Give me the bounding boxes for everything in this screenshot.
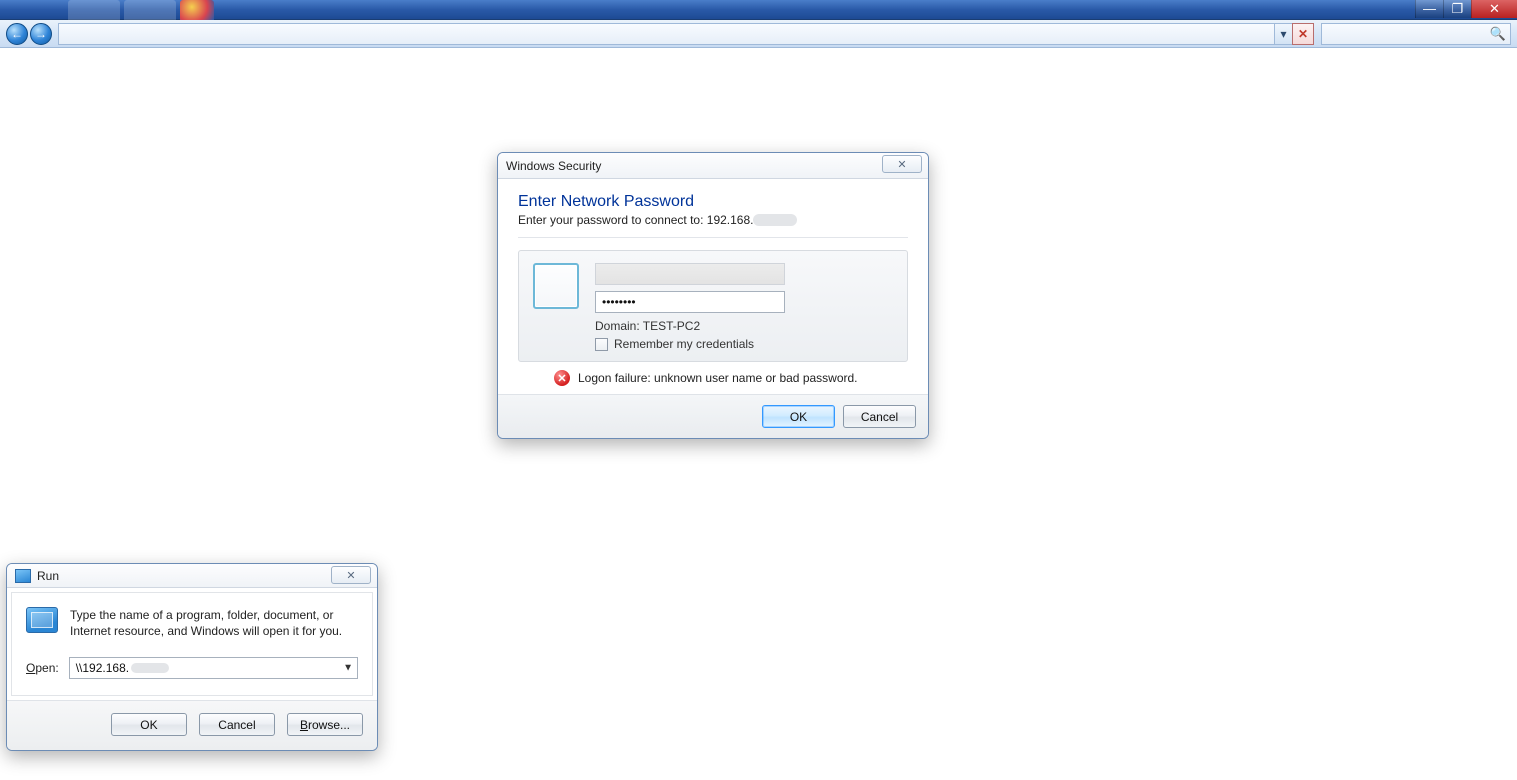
cancel-button[interactable]: Cancel: [199, 713, 275, 736]
titlebar-thumb[interactable]: [180, 0, 214, 20]
minimize-button[interactable]: —: [1415, 0, 1443, 18]
run-dialog: Run ✕ Type the name of a program, folder…: [6, 563, 378, 751]
browse-button[interactable]: Browse...: [287, 713, 363, 736]
titlebar-thumb[interactable]: [124, 0, 176, 20]
address-bar[interactable]: ▾ ✕: [58, 23, 1293, 45]
run-icon: [26, 607, 58, 633]
open-label: Open:: [26, 661, 59, 675]
open-combobox[interactable]: \\192.168. ▼: [69, 657, 358, 679]
run-titlebar-icon: [15, 569, 31, 583]
credentials-fields: Domain: TEST-PC2 Remember my credentials: [595, 263, 893, 351]
open-value-prefix: \\192.168.: [76, 661, 129, 675]
dialog-close-button[interactable]: ✕: [882, 155, 922, 173]
nav-back-button[interactable]: ←: [6, 23, 28, 45]
dialog-footer: OK Cancel: [498, 394, 928, 438]
remember-label: Remember my credentials: [614, 337, 754, 351]
dialog-subtext-prefix: Enter your password to connect to: 192.1…: [518, 213, 753, 227]
redacted-ip-icon: [131, 663, 169, 673]
dialog-title: Windows Security: [506, 159, 601, 173]
dialog-heading: Enter Network Password: [518, 193, 908, 211]
close-button[interactable]: ✕: [1471, 0, 1517, 18]
cancel-button[interactable]: Cancel: [843, 405, 916, 428]
domain-label: Domain: TEST-PC2: [595, 319, 893, 333]
windows-security-dialog: Windows Security ✕ Enter Network Passwor…: [497, 152, 929, 439]
dialog-titlebar[interactable]: Windows Security ✕: [498, 153, 928, 179]
maximize-button[interactable]: ❐: [1443, 0, 1471, 18]
error-icon: ✕: [554, 370, 570, 386]
remember-credentials-row[interactable]: Remember my credentials: [595, 337, 893, 351]
explorer-toolbar: ← → ▾ ✕ 🔍: [0, 20, 1517, 48]
address-bar-content: [59, 24, 1292, 44]
password-input[interactable]: [595, 291, 785, 313]
titlebar-thumb[interactable]: [68, 0, 120, 20]
window-titlebar: — ❐ ✕: [0, 0, 1517, 20]
dialog-body: Enter Network Password Enter your passwo…: [498, 179, 928, 394]
username-input[interactable]: [595, 263, 785, 285]
user-avatar-icon: [533, 263, 579, 309]
titlebar-tab-thumbs: [68, 0, 218, 20]
search-icon: 🔍: [1490, 26, 1506, 42]
redacted-ip-icon: [753, 214, 797, 226]
credentials-box: Domain: TEST-PC2 Remember my credentials: [518, 250, 908, 362]
address-dropdown-icon[interactable]: ▾: [1274, 24, 1292, 44]
separator: [518, 237, 908, 238]
nav-buttons: ← →: [0, 23, 56, 45]
run-description: Type the name of a program, folder, docu…: [70, 607, 358, 639]
dialog-body: Type the name of a program, folder, docu…: [11, 592, 373, 696]
remember-checkbox[interactable]: [595, 338, 608, 351]
search-box[interactable]: 🔍: [1321, 23, 1511, 45]
nav-forward-button[interactable]: →: [30, 23, 52, 45]
error-text: Logon failure: unknown user name or bad …: [578, 371, 858, 385]
dialog-title: Run: [37, 569, 59, 583]
dialog-subtext: Enter your password to connect to: 192.1…: [518, 213, 908, 227]
ok-button[interactable]: OK: [762, 405, 835, 428]
error-row: ✕ Logon failure: unknown user name or ba…: [518, 370, 908, 386]
dialog-close-button[interactable]: ✕: [331, 566, 371, 584]
ok-button[interactable]: OK: [111, 713, 187, 736]
address-stop-icon[interactable]: ✕: [1292, 23, 1314, 45]
dialog-footer: OK Cancel Browse...: [7, 700, 377, 750]
chevron-down-icon[interactable]: ▼: [343, 663, 353, 674]
dialog-titlebar[interactable]: Run ✕: [7, 564, 377, 588]
window-buttons: — ❐ ✕: [1415, 0, 1517, 18]
